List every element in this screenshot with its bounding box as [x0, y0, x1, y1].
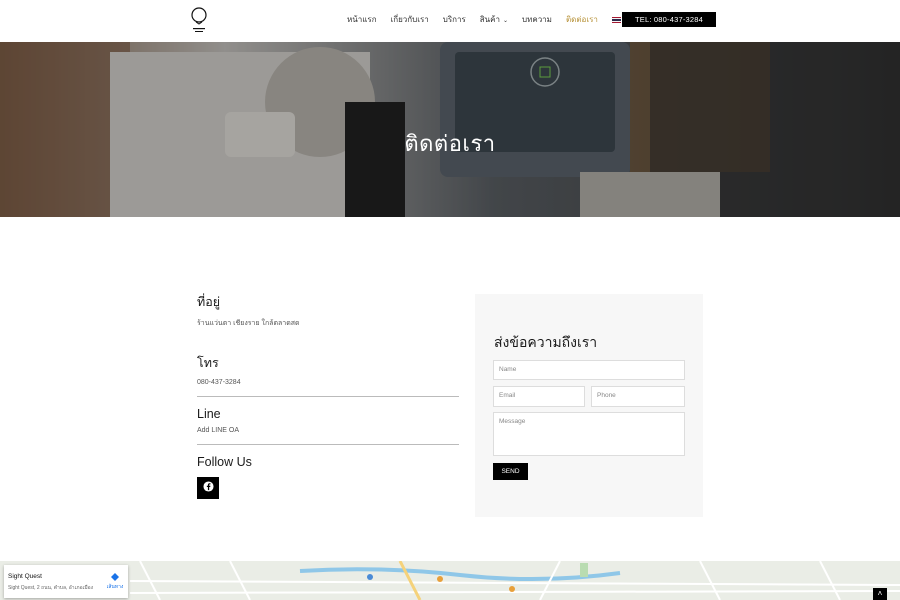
thai-flag-icon	[611, 16, 621, 23]
page-title: ติดต่อเรา	[404, 131, 496, 156]
address-section: ที่อยู่ ร้านแว่นตา เชียงราย ใกล้ตลาดสด	[197, 292, 459, 329]
scroll-to-top-button[interactable]: ˄	[873, 588, 887, 600]
name-input[interactable]: Name	[493, 360, 685, 380]
line-heading: Line	[197, 407, 221, 421]
nav-item[interactable]: ติดต่อเรา	[566, 13, 598, 26]
nav-item[interactable]: เกี่ยวกับเรา	[391, 13, 429, 26]
map-place-address: Sight Quest, 2 ถนน, ตำบล, อำเภอเมือง	[8, 585, 94, 591]
nav-item[interactable]: หน้าแรก	[347, 13, 377, 26]
nav-item[interactable]: บทความ	[522, 13, 552, 26]
nav-item[interactable]: สินค้า ⌄	[480, 13, 508, 26]
directions-link[interactable]: เส้นทาง	[104, 573, 126, 591]
map-place-card: Sight Quest Sight Quest, 2 ถนน, ตำบล, อำ…	[4, 565, 128, 598]
divider	[197, 396, 459, 397]
site-logo[interactable]	[188, 6, 210, 34]
email-input[interactable]: Email	[493, 386, 585, 407]
follow-heading: Follow Us	[197, 455, 252, 469]
facebook-icon	[202, 479, 214, 497]
directions-label: เส้นทาง	[106, 584, 124, 590]
chevron-up-icon: ˄	[877, 589, 883, 598]
nav-item-label: เกี่ยวกับเรา	[390, 15, 429, 24]
nav-item-label: ติดต่อเรา	[565, 15, 598, 24]
send-button[interactable]: SEND	[493, 463, 528, 480]
nav-item-label: หน้าแรก	[347, 15, 377, 24]
top-navbar: หน้าแรก เกี่ยวกับเรา บริการ สินค้า ⌄ บทความ ติ…	[0, 0, 900, 42]
telephone-button[interactable]: TEL: 080-437-3284	[622, 12, 716, 27]
main-menu: หน้าแรก เกี่ยวกับเรา บริการ สินค้า ⌄ บทความ ติ…	[347, 13, 657, 26]
google-map[interactable]: Sight Quest Sight Quest, 2 ถนน, ตำบล, อำ…	[0, 561, 900, 600]
line-section: Line Add LINE OA	[197, 407, 459, 434]
address-heading: ที่อยู่	[197, 295, 221, 309]
nav-item-label: สินค้า	[479, 15, 500, 24]
phone-section: โทร 080-437-3284	[197, 353, 459, 386]
chevron-down-icon: ⌄	[502, 18, 508, 24]
address-text: ร้านแว่นตา เชียงราย ใกล้ตลาดสด	[197, 320, 300, 327]
map-tiles[interactable]	[0, 561, 900, 600]
divider	[197, 444, 459, 445]
form-heading: ส่งข้อความถึงเรา	[494, 334, 598, 350]
phone-heading: โทร	[197, 356, 219, 370]
hero-banner: ติดต่อเรา	[0, 42, 900, 217]
nav-item-label: บริการ	[442, 15, 466, 24]
nav-item-label: บทความ	[521, 15, 552, 24]
line-link[interactable]: Add LINE OA	[197, 427, 459, 434]
phone-input[interactable]: Phone	[591, 386, 685, 407]
follow-section: Follow Us	[197, 455, 459, 499]
nav-item[interactable]: บริการ	[443, 13, 466, 26]
message-textarea[interactable]: Message	[493, 412, 685, 456]
map-place-name: Sight Quest	[8, 573, 42, 580]
facebook-button[interactable]	[197, 477, 219, 499]
phone-text[interactable]: 080-437-3284	[197, 379, 459, 386]
contact-info: ที่อยู่ ร้านแว่นตา เชียงราย ใกล้ตลาดสด โ…	[197, 292, 459, 499]
